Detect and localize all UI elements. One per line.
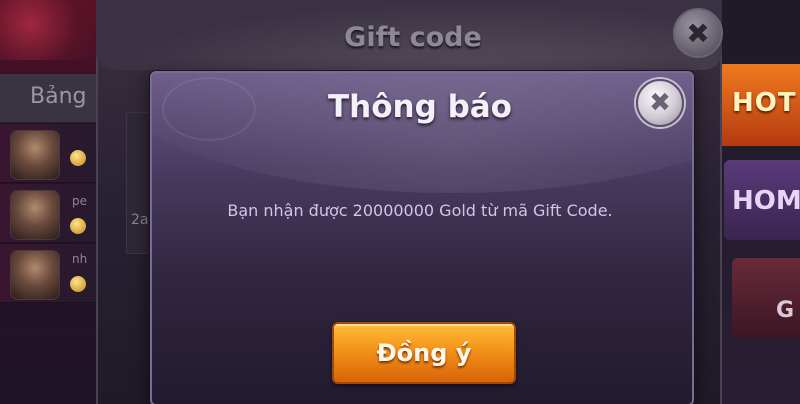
coin-icon xyxy=(70,276,86,292)
close-icon: ✖ xyxy=(649,88,671,118)
side-tile-button-label: G xyxy=(776,298,795,323)
player-name-fragment: pe xyxy=(72,194,87,208)
dialog-message: Bạn nhận được 20000000 Gold từ mã Gift C… xyxy=(227,201,613,220)
player-avatar xyxy=(10,190,60,240)
coin-icon xyxy=(70,218,86,234)
player-avatar xyxy=(10,250,60,300)
player-name-fragment: nh xyxy=(72,252,88,266)
game-screen: Bảng pe nh HOT HOM G Gift code ✖ 2a Thôn… xyxy=(0,0,800,404)
notice-dialog: Thông báo ✖ Bạn nhận được 20000000 Gold … xyxy=(150,71,694,404)
dialog-close-button[interactable]: ✖ xyxy=(636,79,684,127)
background-tab-label: Bảng xyxy=(30,84,87,109)
player-avatar xyxy=(10,130,60,180)
confirm-button[interactable]: Đồng ý xyxy=(332,322,516,384)
dialog-title: Thông báo xyxy=(328,89,512,125)
hot-button-label: HOT xyxy=(732,88,797,118)
confirm-button-label: Đồng ý xyxy=(376,339,472,367)
coin-icon xyxy=(70,150,86,166)
side-menu-button-label: HOM xyxy=(732,186,800,216)
close-icon: ✖ xyxy=(686,16,710,50)
gift-code-partial-text: 2a xyxy=(131,212,149,228)
gift-code-close-button: ✖ xyxy=(673,8,723,58)
